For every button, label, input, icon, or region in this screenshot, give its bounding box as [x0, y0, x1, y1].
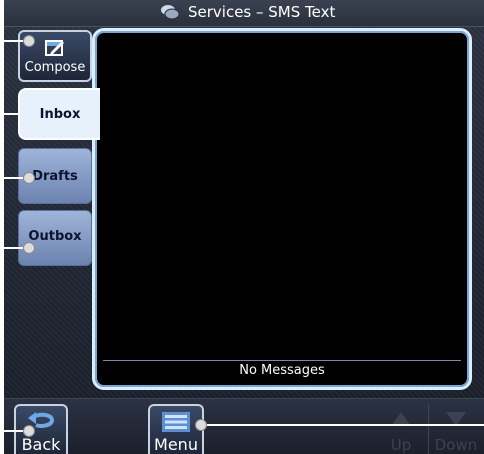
scroll-up-button[interactable]: Up: [374, 404, 428, 454]
compose-callout-dot: [23, 35, 35, 47]
sms-text-screen: Services – SMS Text No Messages Compose …: [0, 0, 484, 454]
drafts-callout-dot: [23, 172, 35, 184]
outbox-callout-dot: [23, 242, 35, 254]
menu-callout-dot: [195, 419, 207, 431]
message-status: No Messages: [103, 360, 461, 381]
tab-outbox-label: Outbox: [28, 229, 82, 244]
window-title-text: Services – SMS Text: [188, 3, 336, 21]
menu-list-icon: [162, 412, 190, 432]
title-bar: Services – SMS Text: [0, 0, 484, 27]
compose-icon: [45, 39, 64, 56]
chat-bubbles-icon: [161, 5, 180, 20]
down-label: Down: [434, 436, 478, 454]
scroll-down-button[interactable]: Down: [428, 404, 483, 454]
window-title: Services – SMS Text: [160, 3, 360, 21]
tab-inbox-label: Inbox: [39, 106, 81, 122]
menu-callout-line: [200, 424, 484, 426]
tab-outbox[interactable]: Outbox: [18, 210, 92, 266]
menu-label: Menu: [154, 435, 198, 454]
tab-drafts-label: Drafts: [32, 168, 78, 184]
tab-inbox[interactable]: Inbox: [18, 88, 100, 140]
back-callout-dot: [23, 425, 35, 437]
up-label: Up: [390, 436, 412, 454]
back-label: Back: [21, 435, 61, 454]
message-list-panel[interactable]: No Messages: [92, 28, 472, 390]
compose-label: Compose: [24, 59, 86, 75]
left-white-margin: [0, 0, 4, 454]
